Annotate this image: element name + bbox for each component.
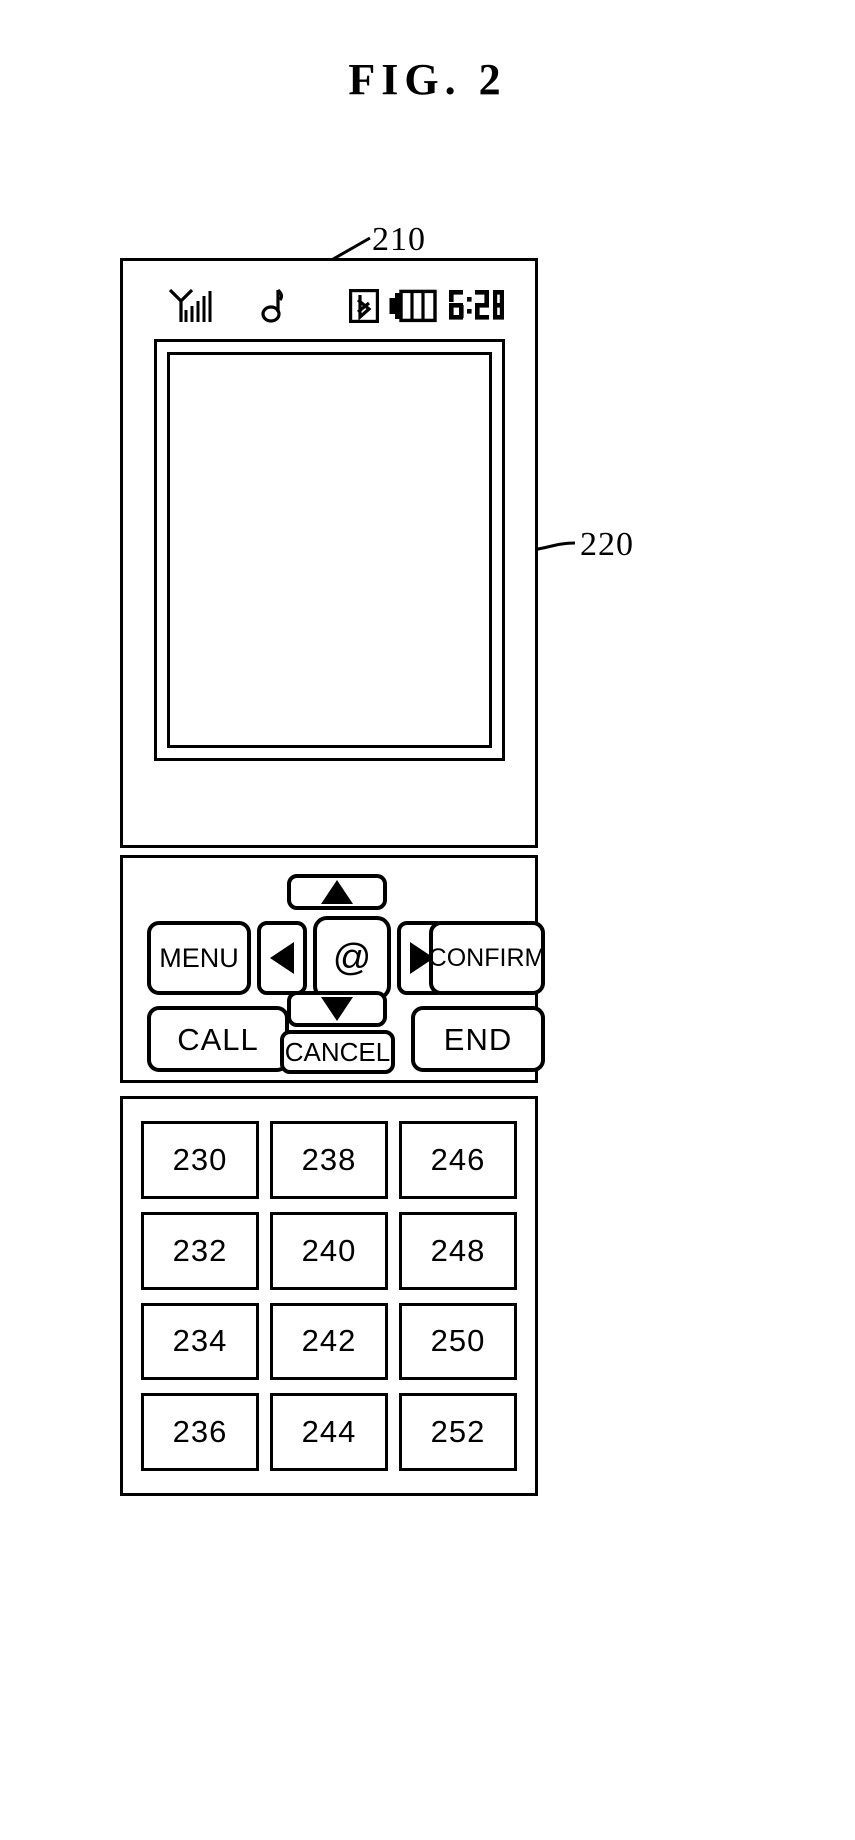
music-note-icon xyxy=(258,288,284,329)
status-bar-clock xyxy=(447,288,505,329)
call-key[interactable]: CALL xyxy=(147,1006,289,1072)
status-bar-right-icons xyxy=(349,288,505,329)
cancel-key-label: CANCEL xyxy=(284,1037,391,1067)
bluetooth-icon xyxy=(349,289,379,328)
status-bar xyxy=(154,284,505,326)
arrow-up-icon xyxy=(321,880,353,904)
keypad-key[interactable]: 234 xyxy=(141,1302,259,1381)
call-key-label: CALL xyxy=(177,1021,259,1057)
keypad-grid: 230 238 246 232 240 248 234 242 250 236 244 252 xyxy=(141,1121,517,1471)
figure-title: FIG. 2 xyxy=(348,55,507,104)
arrow-down-key[interactable] xyxy=(287,991,387,1027)
phone-display-panel xyxy=(120,258,538,848)
battery-icon xyxy=(389,289,437,328)
end-key[interactable]: END xyxy=(411,1006,545,1072)
confirm-key[interactable]: CONFIRM xyxy=(429,921,545,995)
keypad-key[interactable]: 238 xyxy=(270,1121,388,1199)
keypad-key[interactable]: 244 xyxy=(270,1393,388,1471)
status-bar-left-icons xyxy=(168,288,284,329)
keypad-key[interactable]: 236 xyxy=(141,1393,259,1471)
cancel-key[interactable]: CANCEL xyxy=(280,1030,395,1074)
menu-key[interactable]: MENU xyxy=(147,921,251,995)
keypad-key[interactable]: 252 xyxy=(399,1393,517,1471)
arrow-up-key[interactable] xyxy=(287,874,387,910)
end-key-label: END xyxy=(443,1021,513,1057)
keypad-key[interactable]: 232 xyxy=(141,1211,259,1290)
keypad-key[interactable]: 230 xyxy=(141,1121,259,1199)
reference-label-220: 220 xyxy=(580,526,634,563)
center-select-key[interactable]: @ xyxy=(313,916,391,1000)
keypad-panel: 230 238 246 232 240 248 234 242 250 236 244 252 xyxy=(120,1096,538,1496)
at-symbol-label: @ xyxy=(332,937,372,979)
keypad-key[interactable]: 242 xyxy=(270,1302,388,1381)
arrow-left-icon xyxy=(270,942,294,974)
arrow-left-key[interactable] xyxy=(257,921,307,995)
keypad-key[interactable]: 240 xyxy=(270,1211,388,1290)
navigation-key-panel: MENU @ CONFIRM CALL CANCEL END xyxy=(120,855,545,1083)
keypad-key[interactable]: 246 xyxy=(399,1121,517,1199)
display-screen-outer-frame xyxy=(154,339,505,761)
signal-strength-icon xyxy=(168,288,214,329)
display-screen[interactable] xyxy=(167,352,492,748)
menu-key-label: MENU xyxy=(159,942,239,973)
arrow-down-icon xyxy=(321,997,353,1021)
keypad-key[interactable]: 250 xyxy=(399,1302,517,1381)
confirm-key-label: CONFIRM xyxy=(428,943,546,972)
keypad-key[interactable]: 248 xyxy=(399,1211,517,1290)
